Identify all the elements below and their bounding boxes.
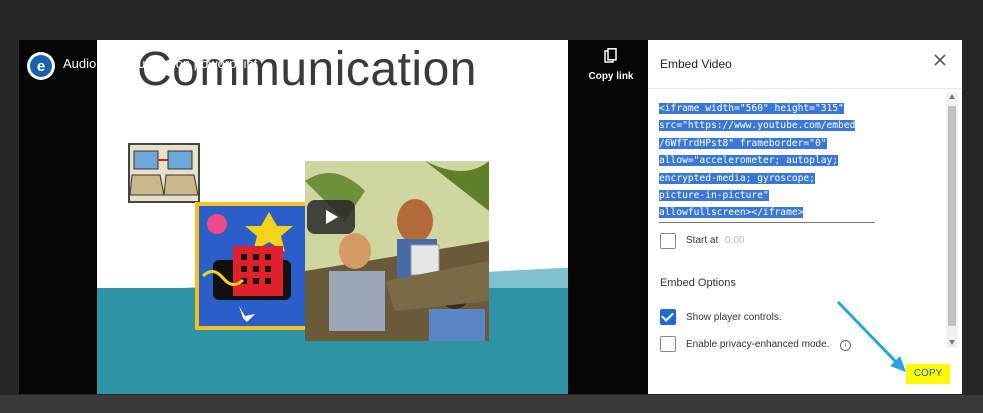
embed-code-line: allow="accelerometer; autoplay; bbox=[659, 155, 839, 167]
dialog-divider bbox=[648, 88, 962, 89]
video-player[interactable]: Communication e Audio Communication powe… bbox=[19, 40, 648, 394]
copy-icon bbox=[604, 48, 617, 63]
backdrop-strip bbox=[0, 395, 983, 413]
meeting-clipart bbox=[305, 161, 489, 341]
scroll-up-icon[interactable] bbox=[949, 94, 955, 99]
start-at-value[interactable]: 0:00 bbox=[725, 235, 744, 246]
start-at-checkbox[interactable] bbox=[660, 233, 676, 249]
embed-code-underline bbox=[659, 222, 875, 223]
video-title[interactable]: Audio Communication powerpoint bbox=[63, 56, 257, 71]
play-icon bbox=[326, 210, 338, 224]
embed-code-line: src="https://www.youtube.com/embed bbox=[659, 120, 856, 132]
embed-video-dialog: Embed Video <iframe width="560" height="… bbox=[648, 40, 962, 394]
copy-link-label: Copy link bbox=[588, 71, 634, 82]
close-icon bbox=[934, 54, 946, 66]
close-button[interactable] bbox=[932, 52, 948, 68]
embed-code-line: allowfullscreen></iframe> bbox=[659, 207, 804, 219]
computers-clipart bbox=[128, 143, 200, 203]
scroll-down-icon[interactable] bbox=[949, 340, 955, 345]
embed-code-textarea[interactable]: <iframe width="560" height="315" src="ht… bbox=[659, 100, 877, 221]
embed-options-title: Embed Options bbox=[660, 277, 736, 289]
show-player-controls-label: Show player controls. bbox=[686, 312, 782, 323]
embed-code-line: <iframe width="560" height="315" bbox=[659, 103, 844, 114]
telephone-clipart bbox=[195, 202, 309, 330]
check-icon bbox=[661, 309, 674, 322]
start-at-label: Start at bbox=[686, 235, 719, 246]
svg-text:e: e bbox=[37, 58, 45, 75]
privacy-mode-checkbox[interactable] bbox=[660, 336, 676, 352]
dialog-scrollbar[interactable] bbox=[946, 92, 958, 348]
embed-code-line: encrypted-media; gyroscope; bbox=[659, 172, 815, 184]
show-player-controls-checkbox[interactable] bbox=[660, 309, 676, 325]
channel-logo-icon[interactable]: e bbox=[27, 52, 55, 80]
privacy-mode-label: Enable privacy-enhanced mode. bbox=[686, 339, 830, 350]
scroll-thumb[interactable] bbox=[948, 106, 956, 326]
copy-button[interactable]: COPY bbox=[906, 364, 950, 384]
copy-link-button[interactable]: Copy link bbox=[582, 48, 640, 82]
play-button[interactable] bbox=[307, 200, 355, 234]
dialog-title: Embed Video bbox=[660, 57, 732, 71]
info-icon[interactable]: i bbox=[840, 340, 851, 351]
embed-code-line: /6WfTrdHPst8" frameborder="0" bbox=[659, 137, 827, 149]
embed-code-line: picture-in-picture" bbox=[659, 190, 769, 202]
